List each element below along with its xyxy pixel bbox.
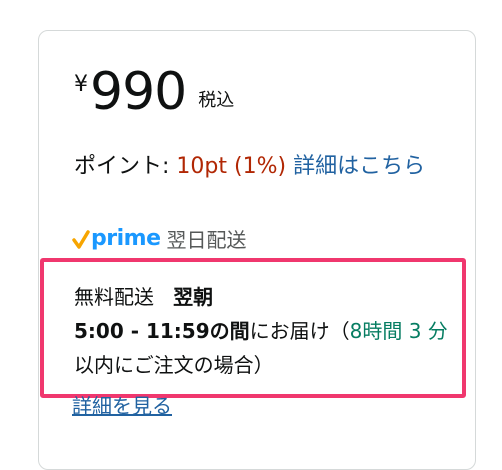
delivery-info: 無料配送 翌朝 5:00 - 11:59の間にお届け（8時間 3 分以内にご注文…	[74, 280, 454, 382]
currency-symbol: ¥	[74, 72, 88, 97]
prime-check-icon	[72, 229, 90, 249]
delivery-text-1: にお届け（	[249, 319, 350, 343]
prime-logo: prime	[91, 226, 161, 251]
free-shipping-label: 無料配送	[74, 285, 154, 309]
points-info: ポイント: 10pt (1%) 詳細はこちら	[74, 150, 454, 184]
tax-label: 税込	[198, 90, 235, 111]
delivery-details-link[interactable]: 詳細を見る	[72, 392, 172, 420]
points-label: ポイント:	[74, 154, 170, 179]
delivery-line-2: 5:00 - 11:59の間にお届け（8時間 3 分以内にご注文の場合）	[74, 314, 454, 382]
order-countdown: 8時間 3 分	[349, 319, 448, 343]
points-value: 10pt	[176, 154, 228, 179]
prime-delivery-text: 翌日配送	[166, 228, 247, 252]
delivery-day: 翌朝	[173, 285, 214, 309]
points-percent: (1%)	[234, 154, 287, 179]
price-row: ¥ 990 税込	[74, 62, 234, 122]
price-amount: 990	[90, 62, 187, 122]
delivery-time: 5:00 - 11:59の間	[74, 319, 250, 343]
delivery-line-1: 無料配送 翌朝	[74, 280, 454, 314]
points-details-link[interactable]: 詳細はこちら	[293, 154, 425, 179]
prime-row: prime 翌日配送	[72, 224, 246, 253]
delivery-text-2: 以内にご注文の場合）	[74, 353, 274, 377]
